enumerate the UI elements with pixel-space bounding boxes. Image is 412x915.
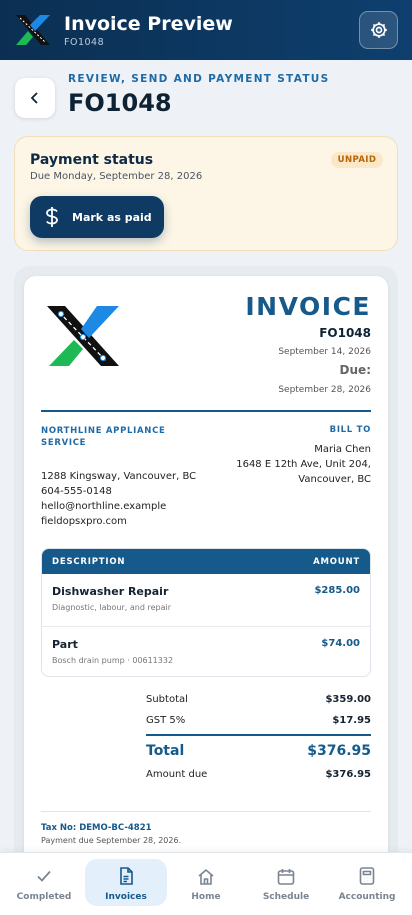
due-label: Due:: [339, 363, 371, 377]
nav-item-accounting[interactable]: Accounting: [326, 859, 408, 906]
item-name: Part: [52, 638, 78, 651]
due-date: September 28, 2026: [278, 385, 371, 395]
company-website: fieldopsxpro.com: [41, 516, 127, 527]
gst-value: $17.95: [332, 715, 371, 726]
description-header: DESCRIPTION: [52, 556, 126, 567]
divider: [41, 410, 371, 412]
payment-due-text: Due Monday, September 28, 2026: [30, 171, 203, 182]
company-logo-icon: [47, 306, 119, 366]
line-items-table: DESCRIPTION AMOUNT Dishwasher Repair Dia…: [41, 548, 371, 677]
invoice-date: September 14, 2026: [278, 347, 371, 357]
app-subtitle: FO1048: [64, 37, 105, 48]
customer-address-line1: 1648 E 12th Ave, Unit 204,: [236, 459, 371, 470]
divider: [41, 811, 371, 812]
company-phone: 604-555-0148: [41, 486, 112, 497]
check-icon: [36, 867, 52, 885]
invoice-number: FO1048: [319, 326, 371, 340]
item-amount: $74.00: [321, 638, 360, 649]
subtotal-label: Subtotal: [146, 694, 188, 705]
gst-label: GST 5%: [146, 715, 186, 726]
nav-label: Accounting: [338, 892, 396, 902]
home-icon: [197, 867, 215, 885]
nav-label: Invoices: [105, 892, 147, 902]
invoice-document: INVOICE FO1048 September 14, 2026 Due: S…: [24, 276, 388, 876]
status-badge: UNPAID: [331, 152, 383, 168]
mark-as-paid-button[interactable]: Mark as paid: [30, 196, 164, 238]
company-address: 1288 Kingsway, Vancouver, BC: [41, 471, 197, 482]
gear-icon: [370, 22, 387, 38]
item-name: Dishwasher Repair: [52, 585, 169, 598]
table-row: Dishwasher Repair Diagnostic, labour, an…: [42, 574, 370, 626]
totals-divider: [146, 734, 371, 736]
nav-item-home[interactable]: Home: [165, 859, 247, 906]
company-name: NORTHLINE APPLIANCE SERVICE: [41, 426, 166, 448]
nav-item-completed[interactable]: Completed: [3, 859, 85, 906]
chevron-left-icon: [30, 92, 38, 104]
payment-note: Payment due September 28, 2026.: [41, 836, 182, 845]
amount-due-value: $376.95: [325, 769, 371, 780]
mark-as-paid-label: Mark as paid: [72, 210, 152, 224]
back-button[interactable]: [15, 78, 55, 118]
item-amount: $285.00: [314, 585, 360, 596]
nav-label: Home: [191, 892, 221, 902]
amount-header: AMOUNT: [313, 556, 360, 567]
item-description: Bosch drain pump · 00611332: [52, 656, 174, 665]
invoice-heading: INVOICE: [245, 292, 371, 321]
item-description: Diagnostic, labour, and repair: [52, 603, 172, 612]
customer-address-line2: Vancouver, BC: [298, 474, 371, 485]
nav-label: Completed: [16, 892, 72, 902]
payment-status-title: Payment status: [30, 152, 154, 168]
calculator-icon: [359, 867, 375, 885]
nav-item-invoices[interactable]: Invoices: [85, 859, 167, 906]
bottom-nav: Completed Invoices Home Schedule Account…: [0, 852, 412, 915]
settings-button[interactable]: [359, 11, 398, 49]
customer-name: Maria Chen: [314, 444, 371, 455]
total-value: $376.95: [307, 743, 371, 759]
total-label: Total: [146, 743, 185, 759]
app-title: Invoice Preview: [64, 13, 233, 35]
bill-to-label: BILL TO: [329, 425, 371, 435]
nav-label: Schedule: [262, 892, 310, 902]
calendar-icon: [277, 867, 295, 885]
table-row: Part Bosch drain pump · 00611332 $74.00: [42, 626, 370, 676]
tax-number: Tax No: DEMO-BC-4821: [41, 823, 152, 833]
subtotal-value: $359.00: [325, 694, 371, 705]
app-header: Invoice Preview FO1048: [0, 0, 412, 60]
page-title: FO1048: [68, 89, 172, 117]
document-icon: [119, 867, 133, 885]
page-eyebrow: REVIEW, SEND AND PAYMENT STATUS: [68, 73, 330, 85]
payment-status-card: Payment status Due Monday, September 28,…: [14, 136, 398, 251]
line-items-header: DESCRIPTION AMOUNT: [42, 549, 370, 574]
amount-due-label: Amount due: [146, 769, 208, 780]
dollar-icon: [42, 206, 62, 228]
company-email: hello@northline.example: [41, 501, 167, 512]
app-logo-icon: [16, 15, 50, 45]
nav-item-schedule[interactable]: Schedule: [245, 859, 327, 906]
